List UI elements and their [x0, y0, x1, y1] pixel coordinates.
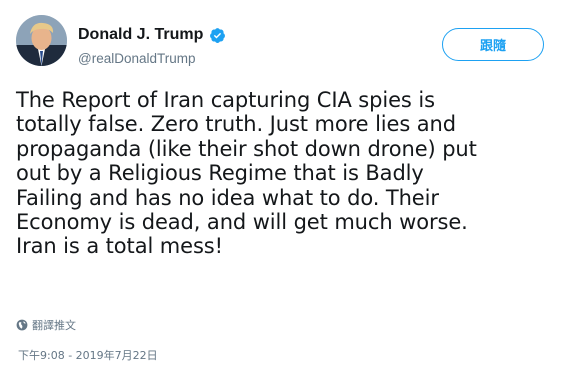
verified-badge-icon: [209, 27, 226, 44]
display-name-text[interactable]: Donald J. Trump: [78, 26, 203, 44]
tweet-text-line: out by a Religious Regime that is Badly: [16, 161, 424, 186]
user-handle[interactable]: @realDonaldTrump: [78, 51, 196, 66]
tweet-card: Donald J. Trump @realDonaldTrump 跟隨 The …: [0, 0, 576, 376]
tweet-text-line: totally false. Zero truth. Just more lie…: [16, 112, 456, 137]
tweet-text: The Report of Iran capturing CIA spies i…: [16, 88, 564, 259]
avatar[interactable]: [16, 15, 67, 66]
translate-tweet-button[interactable]: 翻譯推文: [16, 317, 76, 333]
tweet-text-line: Economy is dead, and will get much worse…: [16, 210, 468, 235]
translate-label[interactable]: 翻譯推文: [32, 317, 76, 333]
tweet-text-line: Iran is a total mess!: [16, 234, 223, 259]
tweet-text-line: Failing and has no idea what to do. Thei…: [16, 185, 439, 210]
tweet-text-line: The Report of Iran capturing CIA spies i…: [16, 88, 435, 112]
globe-icon: [16, 319, 28, 331]
follow-button[interactable]: 跟隨: [442, 28, 544, 61]
tweet-timestamp[interactable]: 下午9:08 - 2019年7月22日: [18, 347, 158, 363]
display-name[interactable]: Donald J. Trump: [78, 26, 226, 44]
profile-photo-icon: [16, 15, 67, 66]
tweet-text-line: propaganda (like their shot down drone) …: [16, 136, 477, 161]
